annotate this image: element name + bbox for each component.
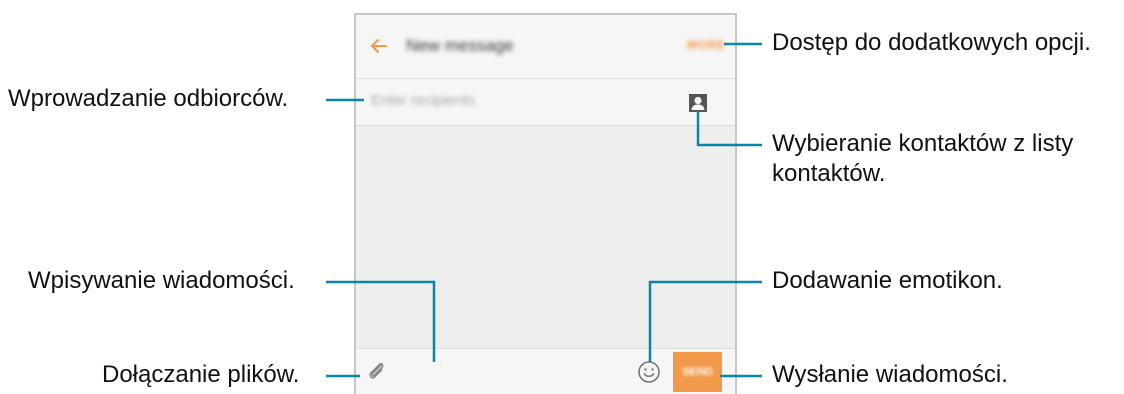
send-button[interactable]: SEND bbox=[673, 352, 722, 392]
attach-button[interactable] bbox=[364, 358, 390, 384]
annotated-screenshot: New message MORE Enter recipients SEND D… bbox=[0, 0, 1124, 394]
callout-attach-files: Dołączanie plików. bbox=[102, 361, 300, 388]
back-button[interactable] bbox=[366, 33, 392, 59]
emoji-button[interactable] bbox=[636, 359, 662, 385]
contact-picker-button[interactable] bbox=[688, 93, 708, 113]
recipient-row bbox=[356, 78, 735, 126]
app-bar: New message MORE bbox=[356, 15, 735, 78]
paperclip-icon bbox=[369, 363, 384, 379]
callout-select-contacts: Wybieranie kontaktów z listy kontaktów. bbox=[772, 129, 1073, 189]
callout-enter-recipients: Wprowadzanie odbiorców. bbox=[8, 85, 289, 112]
more-button[interactable]: MORE bbox=[687, 38, 725, 52]
callout-select-contacts-line1: Wybieranie kontaktów z listy bbox=[772, 130, 1074, 157]
recipient-input[interactable] bbox=[371, 92, 671, 109]
smiley-icon bbox=[638, 361, 660, 383]
callout-add-emoticons: Dodawanie emotikon. bbox=[772, 267, 1003, 294]
callout-select-contacts-line2: kontaktów. bbox=[772, 160, 886, 187]
arrow-left-icon bbox=[371, 39, 387, 53]
callout-send-message: Wysłanie wiadomości. bbox=[772, 361, 1008, 388]
page-title: New message bbox=[406, 36, 514, 55]
callout-type-message: Wpisywanie wiadomości. bbox=[28, 267, 295, 294]
send-button-label: SEND bbox=[682, 366, 713, 378]
callout-more-options: Dostęp do dodatkowych opcji. bbox=[772, 29, 1091, 56]
compose-bar: SEND bbox=[356, 348, 735, 394]
message-compose-screen: New message MORE Enter recipients SEND bbox=[354, 13, 737, 394]
contact-icon bbox=[689, 94, 707, 112]
